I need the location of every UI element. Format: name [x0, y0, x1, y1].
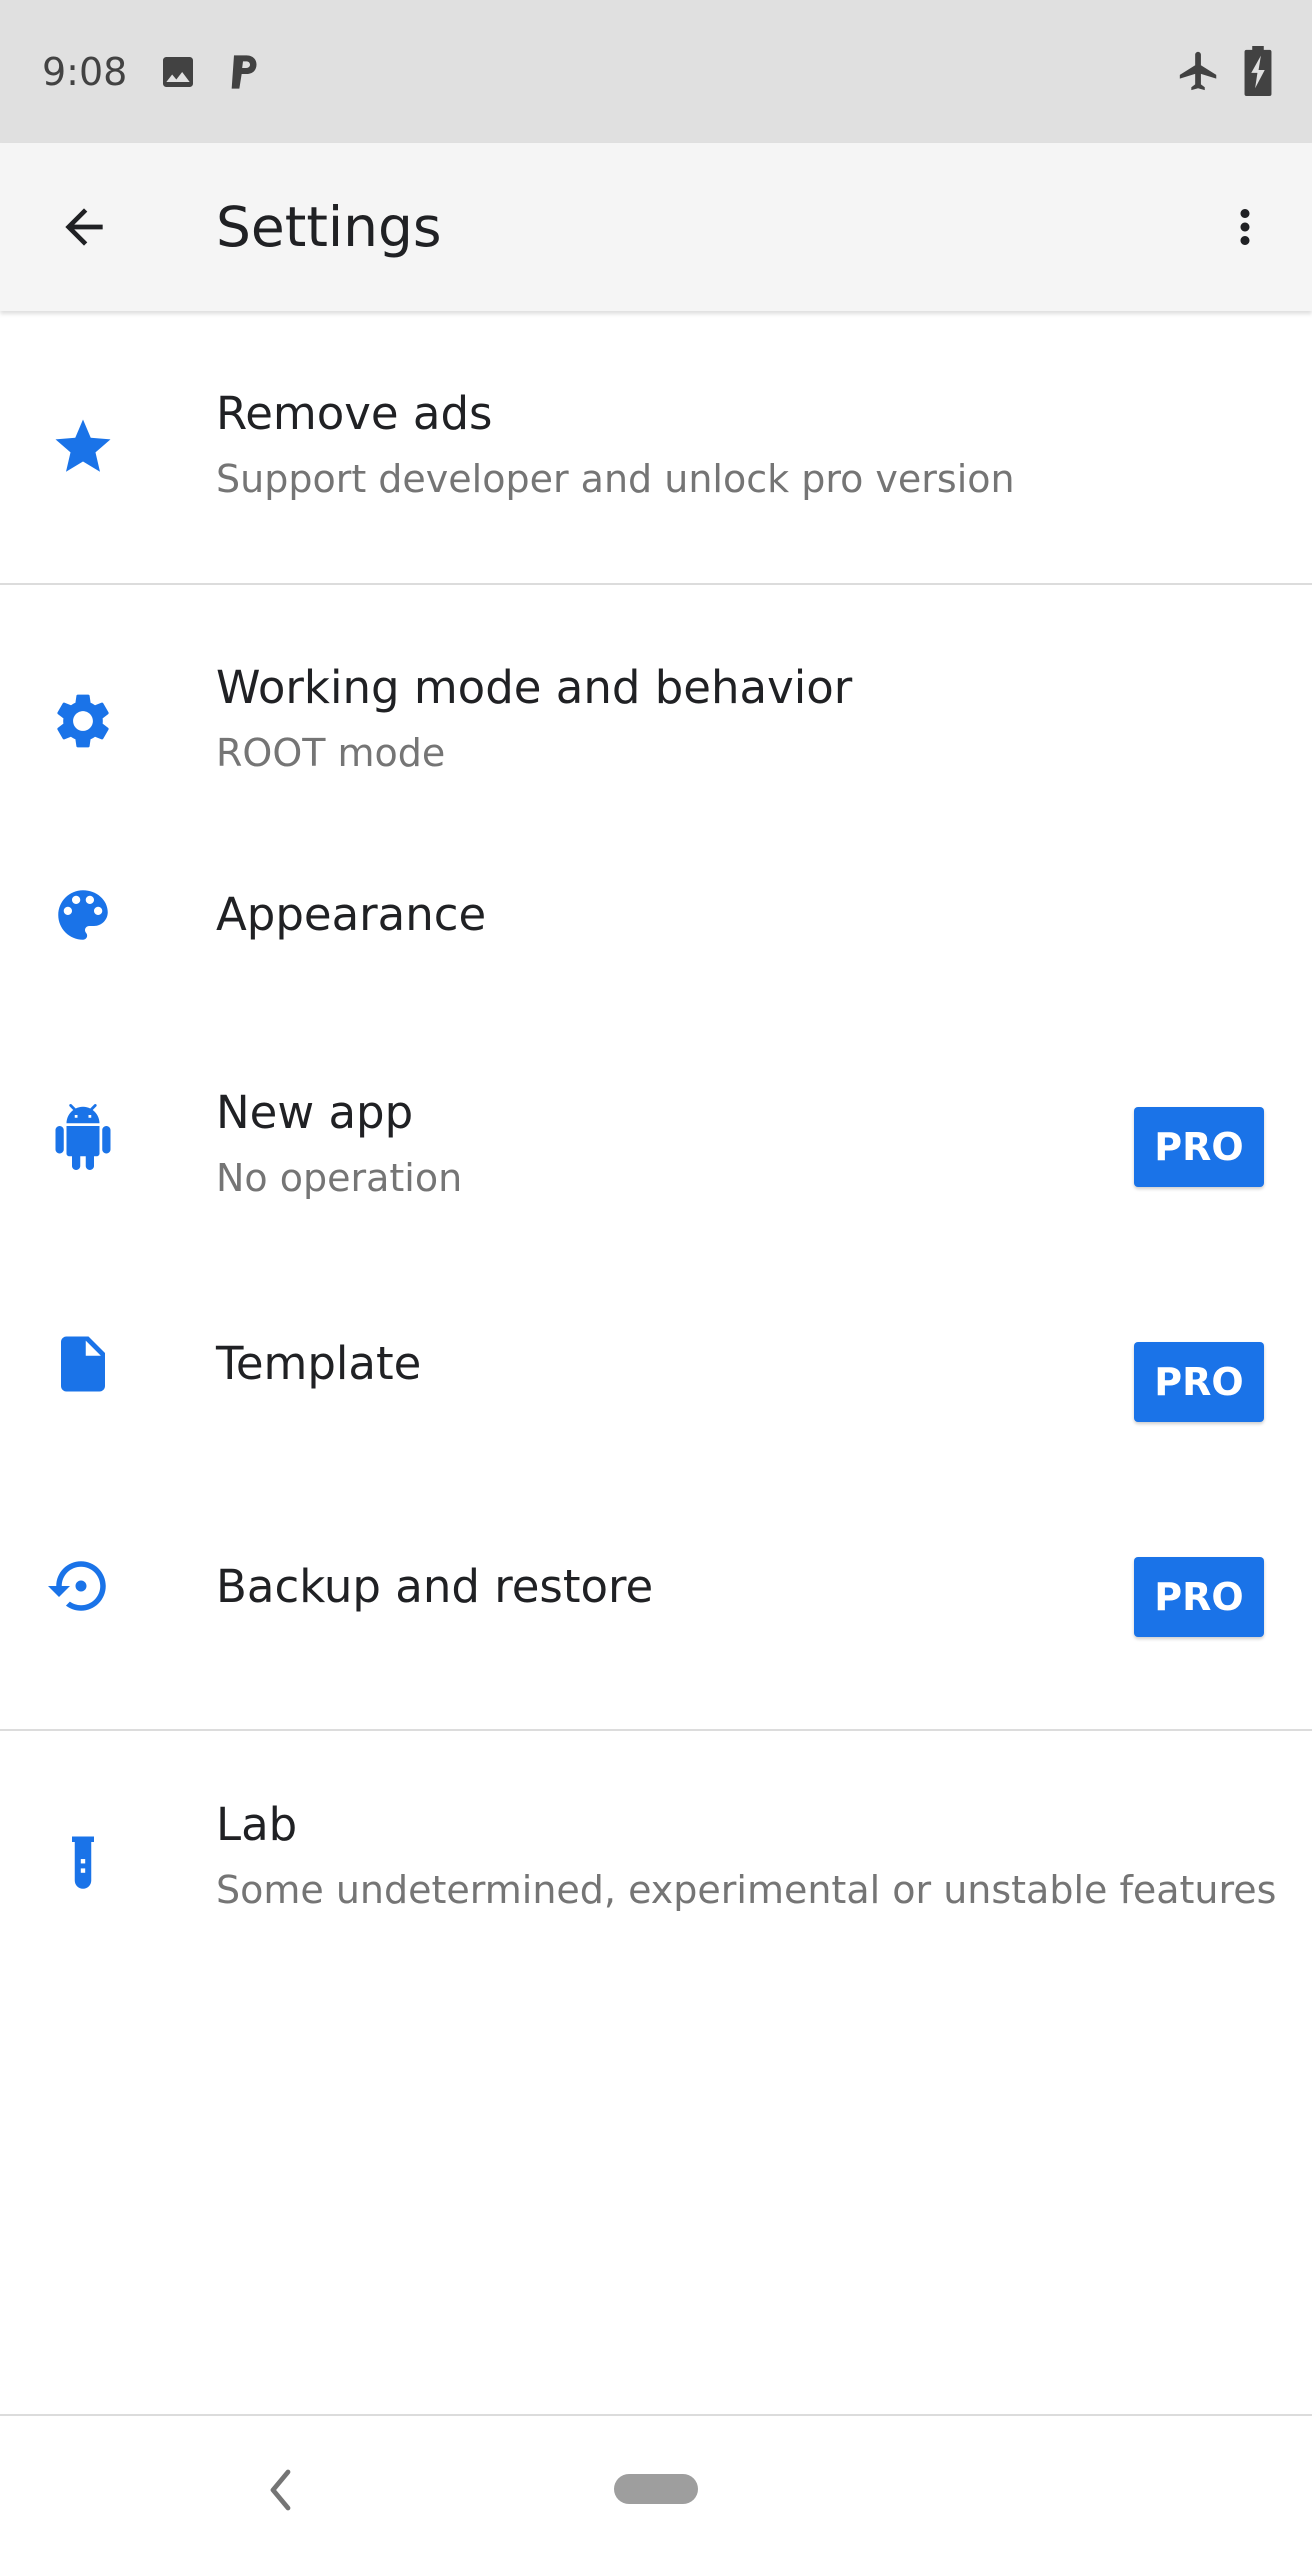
setting-new-app[interactable]: New app No operation PRO: [0, 1025, 1312, 1261]
star-icon: [55, 419, 111, 472]
setting-title: Remove ads: [216, 387, 493, 440]
system-nav-bar: [0, 2414, 1312, 2562]
pro-badge: PRO: [1134, 1342, 1264, 1422]
setting-title: Template: [216, 1337, 422, 1390]
setting-title: Working mode and behavior: [216, 661, 853, 714]
pro-badge: PRO: [1134, 1557, 1264, 1637]
airplane-mode-icon: [1179, 51, 1217, 91]
p-notification-icon: [231, 55, 257, 89]
palette-icon: [58, 890, 108, 940]
page-title: Settings: [216, 195, 442, 259]
setting-title: Appearance: [216, 888, 487, 941]
setting-title: Backup and restore: [216, 1560, 654, 1613]
setting-lab[interactable]: Lab Some undetermined, experimental or u…: [0, 1731, 1312, 2001]
chevron-left-icon: [270, 2469, 291, 2511]
setting-backup-restore[interactable]: Backup and restore PRO: [0, 1471, 1312, 1733]
pro-badge: PRO: [1134, 1107, 1264, 1187]
home-pill-icon[interactable]: [614, 2474, 698, 2504]
test-tube-icon: [72, 1836, 94, 1889]
backup-restore-icon: [48, 1561, 106, 1611]
setting-title: Lab: [216, 1798, 298, 1851]
app-bar: Settings: [0, 143, 1312, 311]
android-icon: [55, 1104, 111, 1170]
nav-back-button[interactable]: [258, 2460, 306, 2520]
status-time: 9:08: [42, 50, 128, 94]
battery-charging-icon: [1244, 46, 1272, 96]
overflow-menu-button[interactable]: [1218, 181, 1272, 273]
status-bar: 9:08: [0, 0, 1312, 143]
back-button[interactable]: [36, 189, 132, 265]
setting-appearance[interactable]: Appearance: [0, 825, 1312, 1025]
more-vert-icon: [1240, 209, 1250, 245]
setting-template[interactable]: Template PRO: [0, 1261, 1312, 1471]
arrow-back-icon: [65, 208, 103, 246]
setting-summary: No operation: [216, 1156, 463, 1200]
document-icon: [61, 1336, 105, 1392]
setting-title: New app: [216, 1086, 414, 1139]
image-icon: [163, 57, 193, 87]
setting-remove-ads[interactable]: Remove ads Support developer and unlock …: [0, 311, 1312, 583]
gear-icon: [57, 694, 109, 748]
setting-summary: Support developer and unlock pro version: [216, 457, 1015, 501]
setting-summary: ROOT mode: [216, 731, 446, 775]
setting-summary: Some undetermined, experimental or unsta…: [216, 1868, 1277, 1912]
setting-working-mode[interactable]: Working mode and behavior ROOT mode: [0, 585, 1312, 825]
